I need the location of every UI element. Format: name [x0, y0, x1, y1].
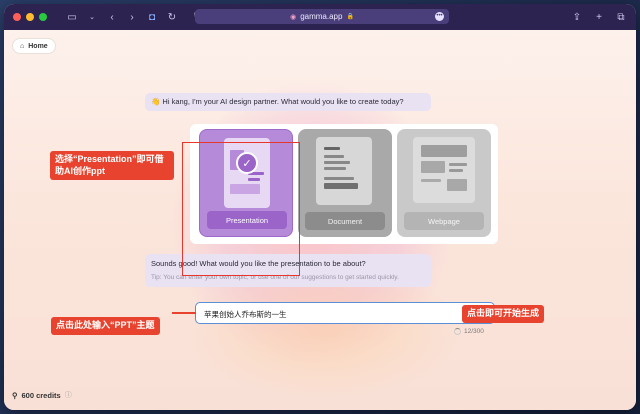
page-content: ⌂ Home 👋 Hi kang, I'm your AI design par… [4, 30, 636, 410]
lock-icon: 🔒 [346, 14, 354, 20]
home-button[interactable]: ⌂ Home [12, 38, 56, 54]
browser-window: ▭ ⌄ ‹ › ◘ ↻ ⛉ ◉ gamma.app 🔒 ••• ⇪ + ⧉ ⌂ … [4, 4, 636, 410]
credits-indicator[interactable]: ⚲ 600 credits ⓘ [12, 390, 72, 400]
forward-icon[interactable]: › [125, 10, 139, 24]
home-icon: ⌂ [20, 42, 25, 50]
url-text: gamma.app [300, 12, 343, 21]
refresh-icon[interactable]: ↻ [165, 10, 179, 24]
tabs-icon[interactable]: ⧉ [614, 10, 628, 24]
counter-text: 12/300 [464, 328, 484, 335]
site-favicon-icon: ◉ [290, 13, 297, 21]
minimize-window-button[interactable] [26, 13, 34, 21]
document-label: Document [305, 212, 385, 230]
topic-input[interactable]: 苹果创始人乔布斯的一生 ➤ [195, 302, 495, 324]
credits-text: 600 credits [21, 390, 61, 400]
address-bar[interactable]: ◉ gamma.app 🔒 ••• [195, 9, 449, 24]
sidebar-icon[interactable]: ▭ [65, 10, 79, 24]
character-counter: 12/300 [454, 328, 484, 335]
back-icon[interactable]: ‹ [105, 10, 119, 24]
topic-input-value: 苹果创始人乔布斯的一生 [204, 310, 287, 319]
chevron-down-icon[interactable]: ⌄ [85, 10, 99, 24]
greeting-message: 👋 Hi kang, I'm your AI design partner. W… [145, 93, 431, 111]
annotation-highlight-box [182, 142, 300, 276]
close-window-button[interactable] [13, 13, 21, 21]
browser-toolbar: ▭ ⌄ ‹ › ◘ ↻ ⛉ ◉ gamma.app 🔒 ••• ⇪ + ⧉ [4, 4, 636, 30]
home-label: Home [28, 42, 48, 50]
plus-icon[interactable]: + [592, 10, 606, 24]
annotation-select-hint: 选择“Presentation”即可借助AI创作ppt [50, 151, 174, 181]
info-icon[interactable]: ⓘ [65, 390, 72, 400]
user-icon: ⚲ [12, 390, 18, 400]
annotation-send-hint: 点击即可开始生成 [462, 305, 545, 323]
annotation-input-connector [172, 312, 196, 314]
webpage-label: Webpage [404, 212, 484, 230]
annotation-input-hint: 点击此处输入“PPT”主题 [51, 317, 160, 335]
document-thumbnail [316, 137, 372, 205]
more-options-icon[interactable]: ••• [435, 12, 444, 21]
webpage-option-card[interactable]: Webpage [397, 129, 491, 237]
document-option-card[interactable]: Document [298, 129, 392, 237]
progress-ring-icon [454, 328, 461, 335]
bookmark-icon[interactable]: ◘ [145, 10, 159, 24]
webpage-thumbnail [413, 137, 475, 203]
share-icon[interactable]: ⇪ [570, 10, 584, 24]
maximize-window-button[interactable] [39, 13, 47, 21]
window-controls [13, 13, 47, 21]
